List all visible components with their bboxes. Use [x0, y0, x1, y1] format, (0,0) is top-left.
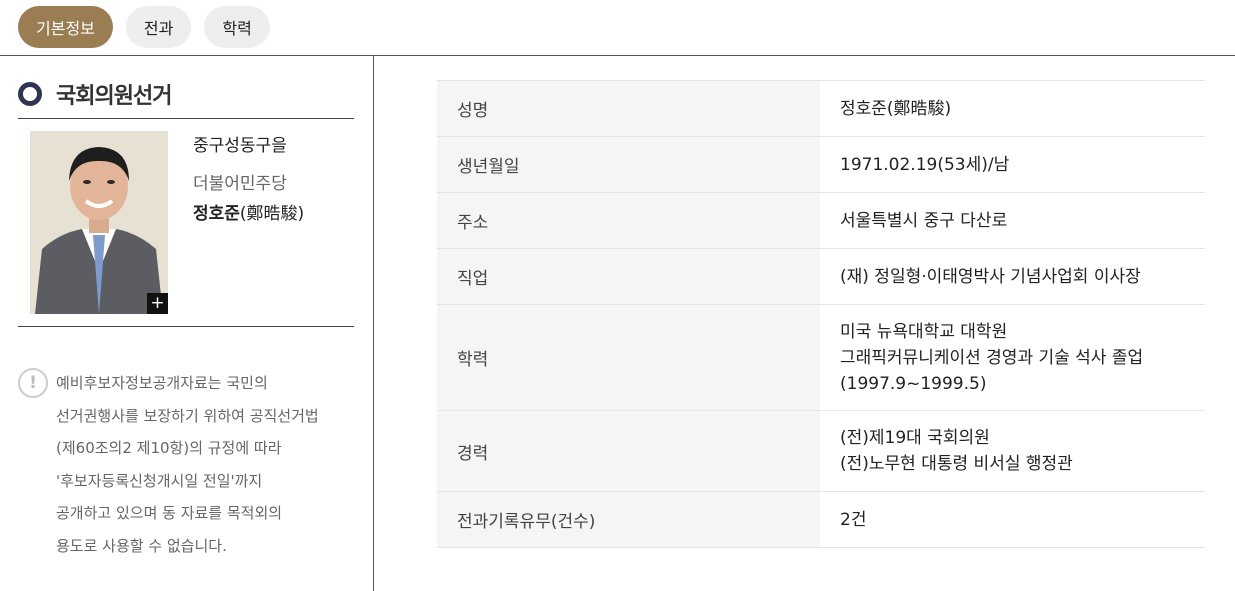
- candidate-photo: +: [30, 131, 168, 314]
- sidebar-divider-top: [18, 118, 354, 119]
- table-row: 직업 (재) 정일형·이태영박사 기념사업회 이사장: [437, 248, 1205, 305]
- portrait-image: [30, 131, 168, 314]
- row-value-occupation: (재) 정일형·이태영박사 기념사업회 이사장: [840, 266, 1141, 287]
- vertical-divider: [373, 56, 374, 591]
- candidate-name-korean: 정호준: [193, 204, 240, 224]
- row-label-address: 주소: [437, 192, 820, 249]
- candidate-district: 중구성동구을: [193, 136, 287, 156]
- tab-basic-info[interactable]: 기본정보: [18, 6, 113, 48]
- sidebar-divider-bottom: [18, 326, 354, 327]
- row-value-name: 정호준(鄭晧駿): [840, 98, 952, 119]
- table-row: 전과기록유무(건수) 2건: [437, 491, 1205, 548]
- row-label-occupation: 직업: [437, 248, 820, 305]
- tab-criminal-record[interactable]: 전과: [125, 6, 192, 48]
- enlarge-photo-button[interactable]: +: [147, 293, 168, 314]
- row-label-birthdate: 생년월일: [437, 136, 820, 193]
- row-value-address: 서울특별시 중구 다산로: [840, 210, 1008, 231]
- row-label-criminal-record: 전과기록유무(건수): [437, 491, 820, 548]
- notice-text: 예비후보자정보공개자료는 국민의 선거권행사를 보장하기 위하여 공직선거법 (…: [56, 374, 319, 555]
- candidate-party: 더불어민주당: [193, 174, 287, 194]
- table-row: 학력 미국 뉴욕대학교 대학원 그래픽커뮤니케이션 경영과 기술 석사 졸업 (…: [437, 304, 1205, 411]
- tab-education[interactable]: 학력: [204, 6, 270, 48]
- candidate-name: 정호준(鄭晧駿): [193, 199, 304, 224]
- row-label-education: 학력: [437, 304, 820, 411]
- row-value-education: 미국 뉴욕대학교 대학원 그래픽커뮤니케이션 경영과 기술 석사 졸업 (199…: [840, 321, 1144, 394]
- top-divider: [0, 55, 1235, 56]
- candidate-info-table: 성명 정호준(鄭晧駿) 생년월일 1971.02.19(53세)/남 주소 서울…: [437, 80, 1205, 548]
- table-row: 생년월일 1971.02.19(53세)/남: [437, 136, 1205, 193]
- tab-bar: 기본정보 전과 학력: [18, 6, 270, 48]
- candidate-name-hanja: (鄭晧駿): [239, 204, 305, 224]
- row-value-criminal-record: 2건: [840, 509, 867, 530]
- election-title: 국회의원선거: [56, 84, 172, 109]
- row-value-career: (전)제19대 국회의원 (전)노무현 대통령 비서실 행정관: [840, 428, 1073, 474]
- table-row: 주소 서울특별시 중구 다산로: [437, 192, 1205, 249]
- table-row: 경력 (전)제19대 국회의원 (전)노무현 대통령 비서실 행정관: [437, 410, 1205, 492]
- disclosure-notice: ! 예비후보자정보공개자료는 국민의 선거권행사를 보장하기 위하여 공직선거법…: [18, 367, 363, 562]
- exclamation-icon: !: [18, 368, 48, 398]
- row-label-career: 경력: [437, 410, 820, 492]
- ring-icon: [18, 82, 42, 106]
- table-row: 성명 정호준(鄭晧駿): [437, 80, 1205, 137]
- row-value-birthdate: 1971.02.19(53세)/남: [840, 154, 1010, 175]
- row-label-name: 성명: [437, 80, 820, 137]
- section-title: 국회의원선거: [18, 78, 172, 110]
